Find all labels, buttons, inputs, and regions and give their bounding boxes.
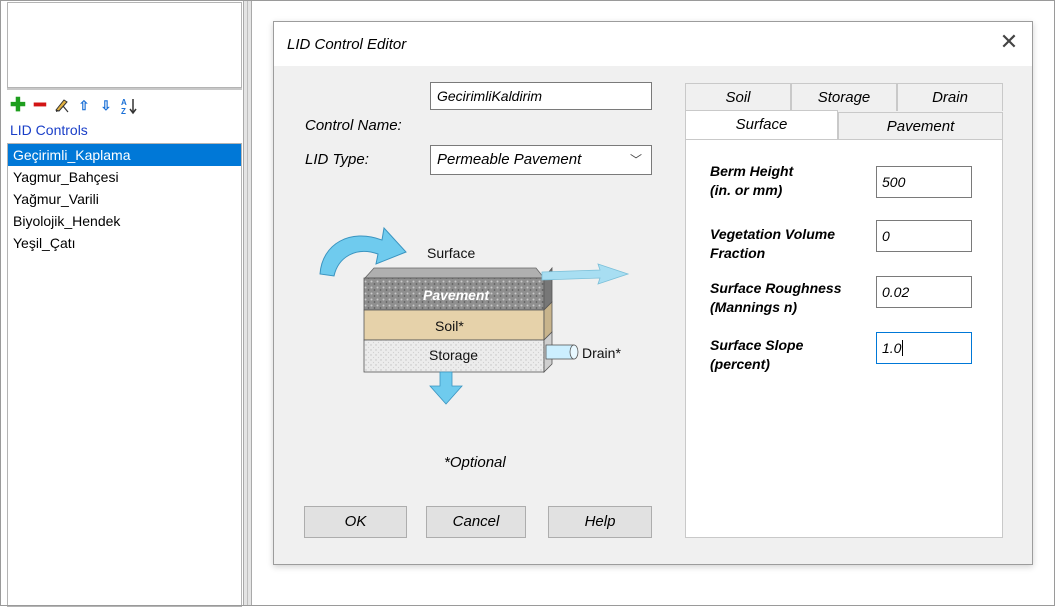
permeable-pavement-diagram: Surface Pavement Soil* Storage Drain* xyxy=(319,226,630,405)
lid-controls-panel: ✚ ━ ⇧ ⇩ AZ LID Controls Geçirimli_Kaplam… xyxy=(0,0,243,607)
vegetation-volume-fraction-label: Vegetation Volume Fraction xyxy=(710,226,835,261)
add-icon[interactable]: ✚ xyxy=(10,96,26,115)
surface-tab-body: Berm Height (in. or mm) 500 Vegetation Vo… xyxy=(685,139,1003,538)
cancel-button[interactable]: Cancel xyxy=(426,506,526,538)
list-item[interactable]: Biyolojik_Hendek xyxy=(8,210,241,232)
tab-soil[interactable]: Soil xyxy=(685,83,791,111)
help-button[interactable]: Help xyxy=(548,506,652,538)
chevron-down-icon: ﹀ xyxy=(629,153,642,167)
list-item[interactable]: Yeşil_Çatı xyxy=(8,232,241,254)
edit-icon[interactable] xyxy=(54,97,70,115)
list-item[interactable]: Geçirimli_Kaplama xyxy=(8,144,241,166)
surface-label: Surface xyxy=(427,245,475,261)
pavement-label: Pavement xyxy=(423,287,490,303)
list-item[interactable]: Yağmur_Varili xyxy=(8,188,241,210)
sort-az-icon[interactable]: AZ xyxy=(120,97,137,116)
lid-type-value: Permeable Pavement xyxy=(437,151,582,168)
tab-surface[interactable]: Surface xyxy=(685,110,838,141)
surface-slope-input[interactable]: 1.0 xyxy=(876,332,972,364)
tab-pavement[interactable]: Pavement xyxy=(838,112,1003,139)
control-name-label: Control Name: xyxy=(305,117,402,134)
soil-label: Soil* xyxy=(435,318,464,334)
delete-icon[interactable]: ━ xyxy=(32,96,48,115)
svg-text:A: A xyxy=(121,98,127,107)
storage-label: Storage xyxy=(429,347,478,363)
lid-controls-list[interactable]: Geçirimli_Kaplama Yagmur_Bahçesi Yağmur_… xyxy=(7,143,242,607)
dialog-titlebar[interactable]: LID Control Editor ✕ xyxy=(274,22,1032,66)
panel-splitter[interactable] xyxy=(243,0,252,606)
exfiltration-arrow xyxy=(429,371,463,405)
move-down-icon[interactable]: ⇩ xyxy=(98,97,114,115)
lid-controls-title: LID Controls xyxy=(10,122,88,138)
optional-note: *Optional xyxy=(444,454,506,471)
lid-layer-tabs: Soil Storage Drain Surface Pavement Berm… xyxy=(685,83,1005,540)
pavement-top-face xyxy=(364,267,545,279)
vegetation-volume-fraction-input[interactable]: 0 xyxy=(876,220,972,252)
control-name-input[interactable]: GecirimliKaldirim xyxy=(430,82,652,110)
tab-drain[interactable]: Drain xyxy=(897,83,1003,111)
berm-height-label: Berm Height (in. or mm) xyxy=(710,163,794,198)
drain-label: Drain* xyxy=(582,345,621,361)
surface-roughness-input[interactable]: 0.02 xyxy=(876,276,972,308)
close-icon[interactable]: ✕ xyxy=(996,30,1022,56)
berm-height-input[interactable]: 500 xyxy=(876,166,972,198)
svg-text:Z: Z xyxy=(121,107,126,115)
move-up-icon[interactable]: ⇧ xyxy=(76,97,92,115)
map-preview-area xyxy=(7,2,242,88)
tab-storage[interactable]: Storage xyxy=(791,83,897,111)
lid-type-label: LID Type: xyxy=(305,151,369,168)
lid-toolbar: ✚ ━ ⇧ ⇩ AZ xyxy=(10,96,137,116)
surface-slope-value: 1.0 xyxy=(882,340,902,356)
surface-roughness-label: Surface Roughness (Mannings n) xyxy=(710,280,842,315)
lid-type-select[interactable]: Permeable Pavement ﹀ xyxy=(430,145,652,175)
ok-button[interactable]: OK xyxy=(304,506,407,538)
list-item[interactable]: Yagmur_Bahçesi xyxy=(8,166,241,188)
panel-divider xyxy=(7,88,242,90)
text-caret xyxy=(902,340,904,356)
dialog-title: LID Control Editor xyxy=(287,36,407,53)
overflow-arrow xyxy=(541,263,630,285)
surface-slope-label: Surface Slope (percent) xyxy=(710,337,804,372)
